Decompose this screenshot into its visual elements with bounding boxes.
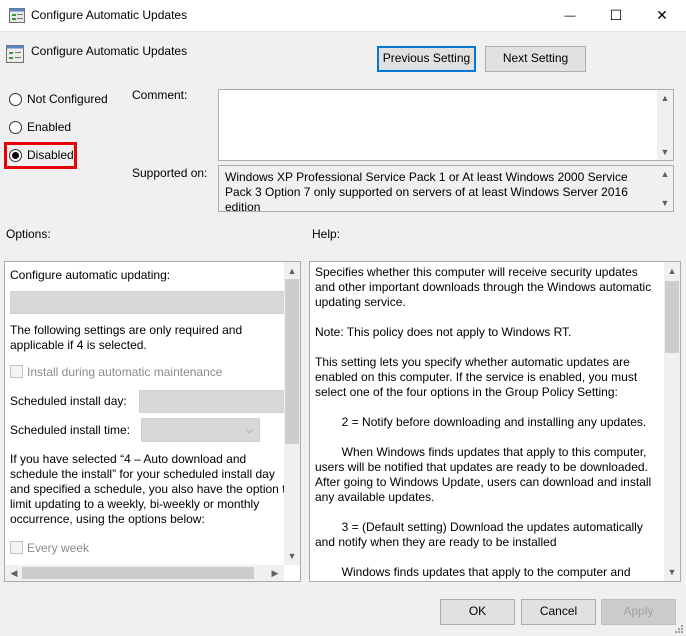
scroll-thumb[interactable] xyxy=(665,281,679,353)
ok-label: OK xyxy=(468,604,487,618)
scroll-up-arrow-icon[interactable]: ▲ xyxy=(284,264,300,278)
next-setting-button[interactable]: Next Setting xyxy=(485,46,586,72)
previous-setting-button[interactable]: Previous Setting xyxy=(377,46,476,72)
configure-updating-label: Configure automatic updating: xyxy=(10,268,171,282)
comment-scrollbar[interactable]: ▲ ▼ xyxy=(657,90,673,160)
minimize-icon: — xyxy=(564,9,576,22)
policy-settings-icon xyxy=(9,8,25,23)
scroll-down-arrow-icon[interactable]: ▼ xyxy=(657,196,673,210)
cancel-button[interactable]: Cancel xyxy=(521,599,596,625)
comment-textarea[interactable]: ▲ ▼ xyxy=(218,89,674,161)
scheduled-day-label: Scheduled install day: xyxy=(10,394,127,408)
radio-label-enabled: Enabled xyxy=(27,120,72,134)
supported-on-box: Windows XP Professional Service Pack 1 o… xyxy=(218,165,674,214)
install-maintenance-label: Install during automatic maintenance xyxy=(27,365,223,379)
policy-settings-icon xyxy=(6,45,24,63)
options-vscrollbar[interactable]: ▲ ▼ xyxy=(284,262,300,565)
help-label: Help: xyxy=(312,227,341,241)
chevron-down-icon: ⌵ xyxy=(245,425,253,436)
policy-name: Configure Automatic Updates xyxy=(31,44,188,58)
maximize-button[interactable]: ☐ xyxy=(593,0,639,31)
radio-enabled[interactable]: Enabled xyxy=(9,118,71,136)
options-label: Options: xyxy=(6,227,51,241)
every-week-label: Every week xyxy=(27,541,90,555)
scroll-thumb[interactable] xyxy=(22,567,254,579)
previous-setting-label: Previous Setting xyxy=(382,51,471,65)
resize-grip-icon[interactable] xyxy=(672,622,684,634)
checkbox[interactable] xyxy=(10,365,23,378)
help-vscrollbar[interactable]: ▲ ▼ xyxy=(664,262,680,581)
window-title: Configure Automatic Updates xyxy=(31,8,188,22)
help-paragraph: When Windows finds updates that apply to… xyxy=(315,445,655,504)
help-pane: Specifies whether this computer will rec… xyxy=(309,261,681,582)
scroll-up-arrow-icon[interactable]: ▲ xyxy=(657,167,673,181)
install-maintenance-option[interactable]: Install during automatic maintenance xyxy=(10,365,222,380)
help-paragraph: Windows finds updates that apply to the … xyxy=(315,565,631,581)
radio-not-configured[interactable]: Not Configured xyxy=(9,90,108,108)
supported-on-label: Supported on: xyxy=(132,166,208,180)
options-content: Configure automatic updating: The follow… xyxy=(10,262,286,562)
checkbox[interactable] xyxy=(10,541,23,554)
close-button[interactable]: ✕ xyxy=(639,0,685,31)
next-setting-label: Next Setting xyxy=(502,51,569,65)
help-content: Specifies whether this computer will rec… xyxy=(315,265,661,581)
scroll-right-arrow-icon[interactable]: ▶ xyxy=(268,565,282,581)
radio-label-not-configured: Not Configured xyxy=(27,92,108,106)
radio-circle[interactable] xyxy=(9,120,22,134)
comment-label: Comment: xyxy=(132,88,188,102)
maximize-icon: ☐ xyxy=(609,7,623,23)
options-pane: Configure automatic updating: The follow… xyxy=(4,261,301,582)
scroll-down-arrow-icon[interactable]: ▼ xyxy=(284,549,300,563)
scheduled-day-dropdown[interactable] xyxy=(139,390,286,413)
scroll-down-arrow-icon[interactable]: ▼ xyxy=(664,565,680,579)
help-paragraph: 3 = (Default setting) Download the updat… xyxy=(315,520,647,549)
settings-note: The following settings are only required… xyxy=(10,323,243,352)
scroll-down-arrow-icon[interactable]: ▼ xyxy=(657,145,673,159)
radio-circle[interactable] xyxy=(9,92,22,106)
configure-updating-dropdown[interactable] xyxy=(10,291,286,314)
help-paragraph: 2 = Notify before downloading and instal… xyxy=(315,415,647,429)
supported-scrollbar[interactable]: ▲ ▼ xyxy=(657,166,673,211)
apply-label: Apply xyxy=(623,604,654,618)
minimize-button[interactable]: — xyxy=(547,0,593,31)
options-hscrollbar[interactable]: ◀ ▶ xyxy=(5,565,284,581)
scroll-thumb[interactable] xyxy=(285,279,299,444)
cancel-label: Cancel xyxy=(539,604,578,618)
scroll-left-arrow-icon[interactable]: ◀ xyxy=(7,565,21,581)
scroll-up-arrow-icon[interactable]: ▲ xyxy=(657,91,673,105)
apply-button[interactable]: Apply xyxy=(601,599,676,625)
help-paragraph: Specifies whether this computer will rec… xyxy=(315,265,652,309)
schedule-note: If you have selected “4 – Auto download … xyxy=(10,452,286,526)
help-paragraph: Note: This policy does not apply to Wind… xyxy=(315,325,572,339)
disabled-highlight-box xyxy=(4,142,77,169)
close-icon: ✕ xyxy=(656,7,668,23)
scroll-up-arrow-icon[interactable]: ▲ xyxy=(664,264,680,278)
title-bar: Configure Automatic Updates — ☐ ✕ xyxy=(0,0,686,32)
scheduled-time-dropdown[interactable]: ⌵ xyxy=(141,418,260,442)
every-week-option[interactable]: Every week xyxy=(10,541,89,556)
scheduled-time-label: Scheduled install time: xyxy=(10,423,131,437)
ok-button[interactable]: OK xyxy=(440,599,515,625)
supported-on-text: Windows XP Professional Service Pack 1 o… xyxy=(225,170,628,214)
help-paragraph: This setting lets you specify whether au… xyxy=(315,355,638,399)
